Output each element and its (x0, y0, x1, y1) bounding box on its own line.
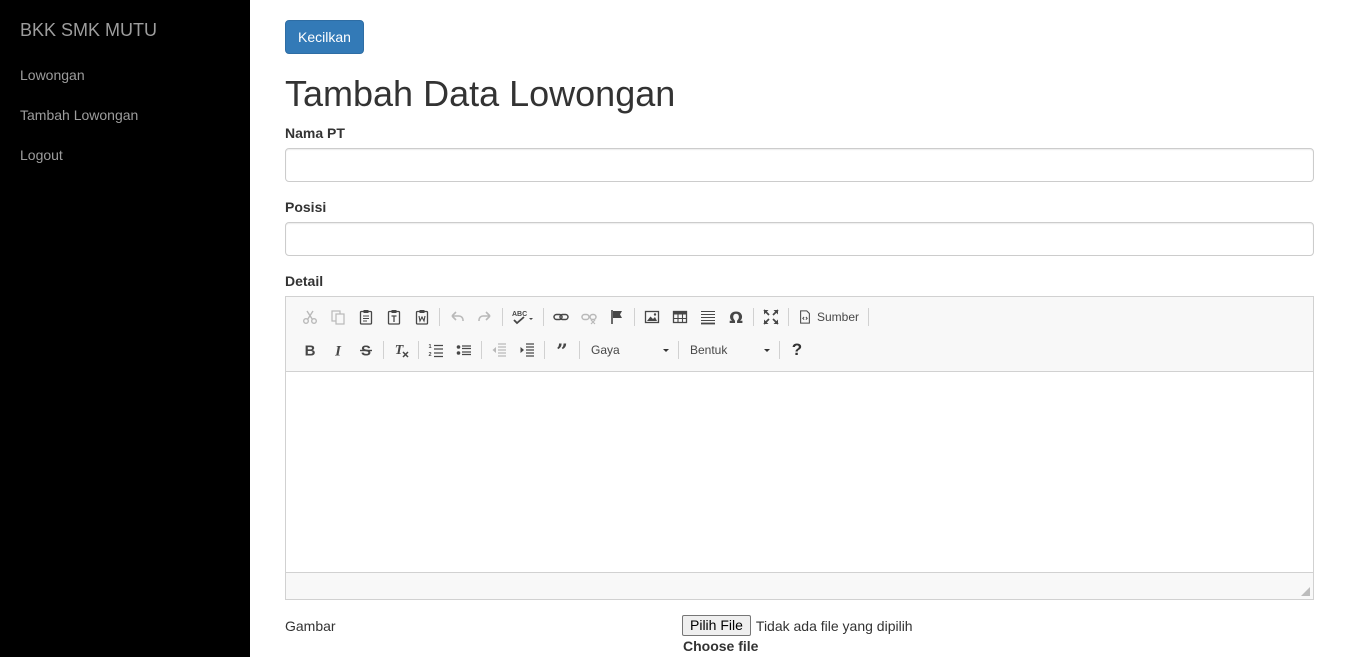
strikethrough-icon[interactable]: S (352, 336, 380, 364)
choose-file-button[interactable]: Pilih File (682, 615, 751, 636)
editor-bottom-bar (286, 572, 1313, 599)
cut-icon[interactable] (296, 303, 324, 331)
source-icon (800, 310, 810, 324)
file-status-text: Tidak ada file yang dipilih (755, 617, 913, 634)
rich-text-editor: ABC Ω Sumber B I S T 1 2 ” Gaya Bentuk ? (285, 296, 1314, 600)
main-content: Kecilkan Tambah Data Lowongan Nama PT Po… (285, 20, 1314, 654)
posisi-label: Posisi (285, 199, 327, 215)
table-icon[interactable] (666, 303, 694, 331)
editor-toolbar: ABC Ω Sumber B I S T 1 2 ” Gaya Bentuk ? (286, 297, 1313, 372)
sidebar-item-logout[interactable]: Logout (20, 145, 230, 165)
horizontal-line-icon[interactable] (694, 303, 722, 331)
toolbar-row: B I S T 12 ” Gaya Bentuk ? (296, 336, 811, 364)
toolbar-separator (678, 341, 679, 359)
special-char-icon[interactable]: Ω (722, 303, 750, 331)
toolbar-separator (779, 341, 780, 359)
toolbar-separator (579, 341, 580, 359)
italic-icon[interactable]: I (324, 336, 352, 364)
toolbar-separator (383, 341, 384, 359)
resize-handle-icon[interactable] (1301, 587, 1310, 596)
chevron-down-icon (663, 348, 669, 352)
toolbar-separator (634, 308, 635, 326)
anchor-flag-icon[interactable] (603, 303, 631, 331)
toolbar-separator (753, 308, 754, 326)
toolbar-separator (543, 308, 544, 326)
svg-text:1: 1 (429, 344, 432, 350)
bulleted-list-icon[interactable] (450, 336, 478, 364)
toolbar-separator (481, 341, 482, 359)
indent-icon[interactable] (513, 336, 541, 364)
collapse-button[interactable]: Kecilkan (285, 20, 364, 54)
help-label: ? (791, 340, 803, 359)
chevron-down-icon (764, 348, 770, 352)
style-dropdown[interactable]: Gaya (583, 338, 675, 362)
style-dropdown-label: Gaya (591, 343, 620, 357)
spellcheck-icon[interactable]: ABC (506, 303, 540, 331)
image-icon[interactable] (638, 303, 666, 331)
toolbar-row: ABC Ω Sumber (296, 303, 872, 331)
page-title: Tambah Data Lowongan (285, 73, 676, 114)
detail-label: Detail (285, 273, 324, 289)
unlink-icon[interactable] (575, 303, 603, 331)
svg-text:I: I (334, 344, 342, 359)
toolbar-separator (439, 308, 440, 326)
nama-pt-input[interactable] (285, 148, 1314, 182)
svg-text:Ω: Ω (729, 309, 743, 325)
numbered-list-icon[interactable]: 12 (422, 336, 450, 364)
brand-title[interactable]: BKK SMK MUTU (20, 19, 230, 41)
svg-text:2: 2 (429, 352, 432, 358)
help-icon[interactable]: ? (783, 336, 811, 364)
source-label: Sumber (817, 310, 860, 324)
posisi-input[interactable] (285, 222, 1314, 256)
format-dropdown[interactable]: Bentuk (682, 338, 776, 362)
editor-content-area[interactable] (286, 372, 1313, 572)
bold-icon[interactable]: B (296, 336, 324, 364)
format-dropdown-label: Bentuk (690, 343, 728, 357)
remove-format-icon[interactable]: T (387, 336, 415, 364)
maximize-icon[interactable] (757, 303, 785, 331)
toolbar-separator (788, 308, 789, 326)
redo-icon[interactable] (471, 303, 499, 331)
sidebar-item-tambah-lowongan[interactable]: Tambah Lowongan (20, 105, 230, 125)
link-icon[interactable] (547, 303, 575, 331)
svg-text:ABC: ABC (512, 311, 527, 318)
paste-text-icon[interactable] (380, 303, 408, 331)
blockquote-icon[interactable]: ” (548, 336, 576, 364)
toolbar-separator (868, 308, 870, 326)
toolbar-separator (502, 308, 503, 326)
sidebar: BKK SMK MUTU Lowongan Tambah Lowongan Lo… (0, 0, 250, 657)
source-button[interactable]: Sumber (792, 303, 865, 331)
nama-pt-label: Nama PT (285, 125, 345, 141)
gambar-label: Gambar (285, 618, 336, 634)
svg-text:B: B (305, 343, 316, 359)
sidebar-item-lowongan[interactable]: Lowongan (20, 65, 230, 85)
file-input[interactable]: Pilih File Tidak ada file yang dipilih (682, 615, 913, 636)
toolbar-separator (544, 341, 545, 359)
choose-file-label: Choose file (683, 638, 759, 654)
svg-text:”: ” (556, 342, 568, 358)
undo-icon[interactable] (443, 303, 471, 331)
copy-icon[interactable] (324, 303, 352, 331)
paste-word-icon[interactable] (408, 303, 436, 331)
toolbar-separator (418, 341, 419, 359)
paste-icon[interactable] (352, 303, 380, 331)
outdent-icon[interactable] (485, 336, 513, 364)
